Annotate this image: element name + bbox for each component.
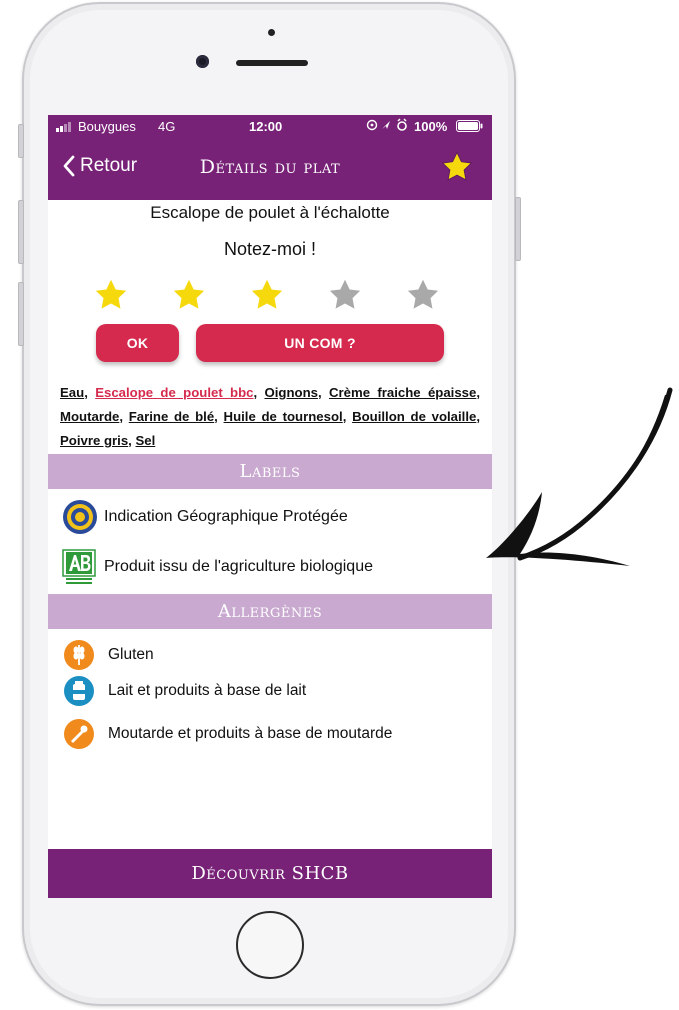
label-text: Produit issu de l'agriculture biologique	[104, 558, 373, 575]
ingredient-link[interactable]: Moutarde	[60, 409, 119, 424]
label-item: Indication Géographique Protégée	[62, 499, 348, 535]
ingredient-link[interactable]: Crème fraiche épaisse	[329, 385, 476, 400]
rating-star-5[interactable]	[404, 277, 442, 318]
nav-bar: Retour Détails du plat	[48, 137, 492, 200]
ingredient-link[interactable]: Farine de blé	[129, 409, 214, 424]
rating-star-4[interactable]	[326, 277, 364, 318]
page-title: Détails du plat	[199, 156, 341, 178]
allergen-text: Gluten	[108, 646, 154, 663]
front-camera	[196, 55, 209, 68]
rating-star-2[interactable]	[170, 277, 208, 318]
power-button	[515, 197, 521, 261]
wheat-icon	[64, 640, 94, 670]
home-button[interactable]	[236, 911, 304, 979]
battery-icon	[456, 120, 484, 135]
allergen-item: Gluten	[64, 640, 154, 670]
igp-seal-icon	[63, 500, 97, 534]
label-text: Indication Géographique Protégée	[104, 508, 348, 525]
proximity-sensor	[268, 29, 275, 36]
rate-prompt: Notez-moi !	[223, 239, 317, 259]
labels-section-header: Labels	[48, 454, 492, 489]
label-item: Produit issu de l'agriculture biologique	[62, 549, 373, 585]
allergen-item: Lait et produits à base de lait	[64, 676, 306, 706]
allergens-section-header: Allergènes	[48, 594, 492, 629]
ingredient-link[interactable]: Bouillon de volaille	[352, 409, 476, 424]
discover-footer-button[interactable]: Découvrir SHCB	[48, 849, 492, 898]
signal-icon	[56, 120, 72, 135]
ingredient-link[interactable]: Huile de tournesol	[224, 409, 343, 424]
clock: 12:00	[249, 119, 283, 134]
battery-percent: 100%	[414, 119, 448, 134]
ingredient-link[interactable]: Sel	[136, 433, 156, 448]
dish-name: Escalope de poulet à l'échalotte	[150, 203, 390, 222]
volume-up-button	[18, 200, 24, 264]
ok-button[interactable]: OK	[96, 324, 179, 362]
ingredient-link[interactable]: Poivre gris	[60, 433, 128, 448]
earpiece-speaker	[236, 60, 308, 66]
status-icons	[366, 118, 412, 135]
star-icon	[441, 151, 473, 181]
milk-icon	[64, 676, 94, 706]
star-icon	[95, 279, 127, 309]
allergen-item: Moutarde et produits à base de moutarde	[64, 719, 392, 749]
favorite-button[interactable]	[440, 150, 474, 189]
ingredient-link[interactable]: Oignons	[265, 385, 318, 400]
volume-down-button	[18, 282, 24, 346]
status-bar: Bouygues 4G 12:00 100%	[48, 115, 492, 137]
star-icon	[251, 279, 283, 309]
star-icon	[173, 279, 205, 309]
pointer-arrow-icon	[486, 387, 673, 566]
rating-stars	[92, 277, 448, 313]
star-icon	[329, 279, 361, 309]
network-type: 4G	[158, 119, 176, 134]
rating-star-1[interactable]	[92, 277, 130, 318]
rating-star-3[interactable]	[248, 277, 286, 318]
mustard-icon	[64, 719, 94, 749]
allergen-text: Moutarde et produits à base de moutarde	[108, 725, 393, 742]
star-icon	[407, 279, 439, 309]
allergen-text: Lait et produits à base de lait	[108, 682, 307, 699]
carrier-name: Bouygues	[78, 119, 136, 134]
ingredient-link[interactable]: Escalope de poulet bbc	[95, 385, 253, 400]
ingredient-link[interactable]: Eau	[60, 385, 84, 400]
mute-switch	[18, 124, 24, 158]
ab-organic-icon	[62, 549, 96, 584]
app-screen: Bouygues 4G 12:00 100% Retour Détails du…	[48, 115, 492, 898]
ingredients-list: Eau, Escalope de poulet bbc, Oignons, Cr…	[60, 385, 481, 448]
comment-button[interactable]: UN COM ?	[196, 324, 444, 362]
